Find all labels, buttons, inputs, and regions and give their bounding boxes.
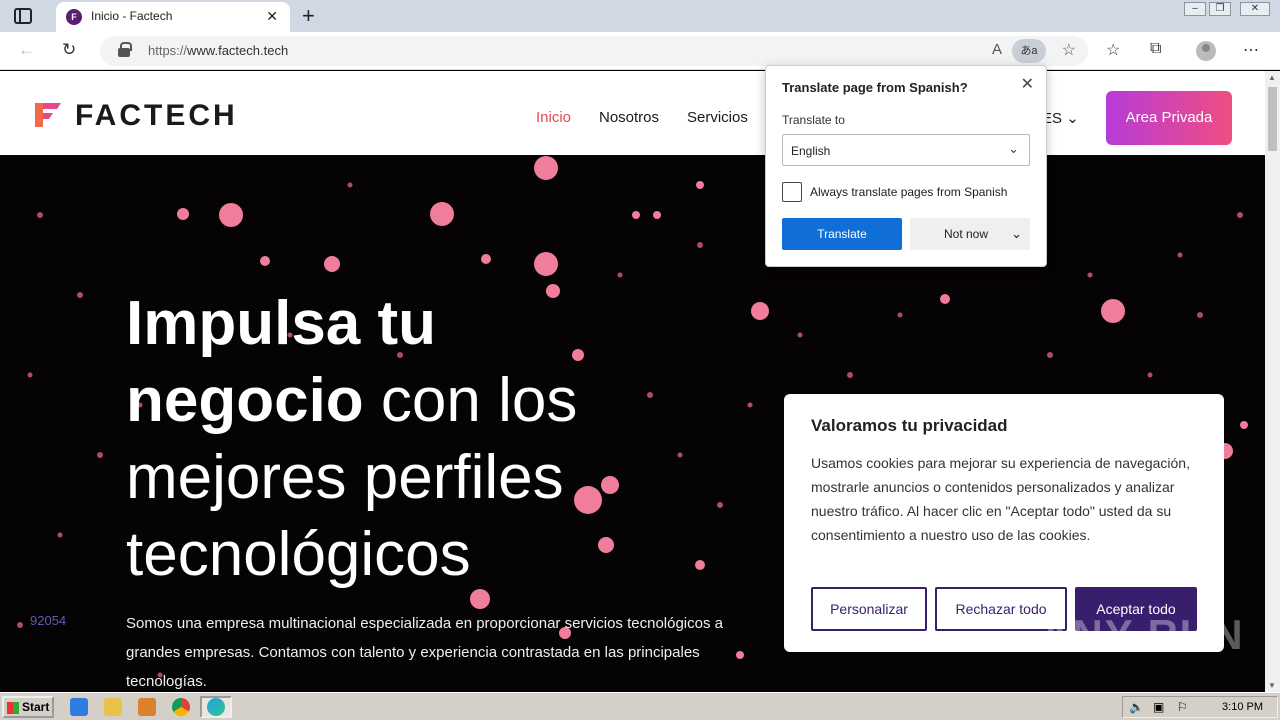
edge-icon — [207, 698, 225, 716]
language-selector[interactable]: ES ⌄ — [1042, 109, 1079, 127]
close-icon[interactable]: ✕ — [1021, 74, 1034, 94]
close-window-icon[interactable]: ✕ — [1240, 2, 1270, 16]
always-translate-label: Always translate pages from Spanish — [810, 185, 1008, 199]
network-icon[interactable]: ▣ — [1153, 700, 1164, 714]
flag-icon[interactable]: ⚐ — [1177, 700, 1188, 714]
cookie-title: Valoramos tu privacidad — [811, 416, 1008, 435]
scroll-down-icon[interactable]: ▼ — [1268, 681, 1276, 690]
lock-icon[interactable] — [118, 42, 132, 57]
logo-text[interactable]: FACTECH — [75, 99, 238, 133]
url-text[interactable]: https://www.factech.tech — [148, 43, 288, 58]
tab-actions-icon[interactable] — [14, 8, 32, 24]
restore-icon[interactable]: ❐ — [1209, 2, 1231, 16]
personalizar-button[interactable]: Personalizar — [811, 587, 927, 631]
always-translate-checkbox[interactable] — [782, 182, 802, 202]
chevron-down-icon: ⌄ — [1008, 141, 1019, 156]
counter-text: 92054 — [30, 613, 67, 628]
tab-title: Inicio - Factech — [91, 9, 173, 23]
add-favorite-icon[interactable]: ☆ — [1062, 40, 1076, 60]
hero-description: Somos una empresa multinacional especial… — [126, 615, 723, 690]
new-tab-icon[interactable]: + — [302, 3, 315, 29]
site-header: FACTECH Inicio Nosotros Servicios ES ⌄ A… — [0, 71, 1265, 155]
address-bar[interactable]: https://www.factech.tech A あa ☆ — [100, 36, 1088, 66]
language-select[interactable]: English ⌄ — [782, 134, 1030, 166]
area-privada-button[interactable]: Area Privada — [1106, 91, 1232, 145]
cookie-body: Usamos cookies para mejorar su experienc… — [811, 455, 1190, 543]
chevron-down-icon: ⌄ — [1066, 110, 1079, 127]
back-icon[interactable]: ← — [18, 40, 35, 60]
start-button[interactable]: Start — [2, 696, 54, 718]
translate-popup: Translate page from Spanish? ✕ Translate… — [765, 65, 1047, 267]
translate-to-label: Translate to — [782, 113, 845, 127]
profile-avatar-icon[interactable] — [1196, 41, 1216, 61]
clock: 3:10 PM — [1222, 701, 1263, 713]
collections-icon[interactable]: ⧉ — [1150, 40, 1161, 58]
scroll-up-icon[interactable]: ▲ — [1268, 73, 1276, 82]
read-aloud-icon[interactable]: A — [992, 41, 1002, 58]
vertical-scrollbar[interactable]: ▲ ▼ — [1265, 71, 1280, 692]
site-favicon-icon: F — [66, 9, 82, 25]
address-toolbar: ← ↻ https://www.factech.tech A あa ☆ — [0, 32, 1280, 70]
page-viewport: FACTECH Inicio Nosotros Servicios ES ⌄ A… — [0, 71, 1265, 692]
volume-icon[interactable]: 🔈 — [1129, 700, 1144, 714]
translate-title: Translate page from Spanish? — [782, 80, 968, 95]
favorites-icon[interactable]: ☆ — [1106, 40, 1120, 60]
explorer-icon[interactable] — [104, 698, 122, 716]
nav-inicio[interactable]: Inicio — [536, 109, 571, 126]
minimize-icon[interactable]: – — [1184, 2, 1206, 16]
system-tray: 🔈 ▣ ⚐ 3:10 PM — [1122, 696, 1278, 718]
browser-tab-bar: F Inicio - Factech ✕ + – ❐ ✕ — [0, 0, 1280, 32]
edge-taskbar-item[interactable] — [200, 696, 232, 718]
chevron-down-icon: ⌄ — [1011, 226, 1022, 241]
media-player-icon[interactable] — [138, 698, 156, 716]
scroll-thumb[interactable] — [1268, 87, 1277, 151]
factech-logo-icon[interactable] — [33, 97, 63, 129]
browser-tab-active[interactable]: F Inicio - Factech ✕ — [56, 2, 290, 32]
hero-title: Impulsa tu negocio con los mejores perfi… — [126, 289, 578, 589]
translate-button[interactable]: Translate — [782, 218, 902, 250]
windows-taskbar: Start 🔈 ▣ ⚐ 3:10 PM — [0, 692, 1280, 720]
refresh-icon[interactable]: ↻ — [62, 40, 76, 60]
chrome-icon[interactable] — [172, 698, 190, 716]
tab-close-icon[interactable]: ✕ — [266, 8, 278, 25]
ie-icon[interactable] — [70, 698, 88, 716]
more-menu-icon[interactable]: ⋯ — [1243, 40, 1259, 60]
not-now-button[interactable]: Not now ⌄ — [910, 218, 1030, 250]
nav-servicios[interactable]: Servicios — [687, 109, 748, 126]
anyrun-watermark: ANY RUN — [1040, 611, 1245, 658]
nav-nosotros[interactable]: Nosotros — [599, 109, 659, 126]
windows-logo-icon — [7, 702, 19, 714]
translate-icon[interactable]: あa — [1012, 39, 1046, 63]
